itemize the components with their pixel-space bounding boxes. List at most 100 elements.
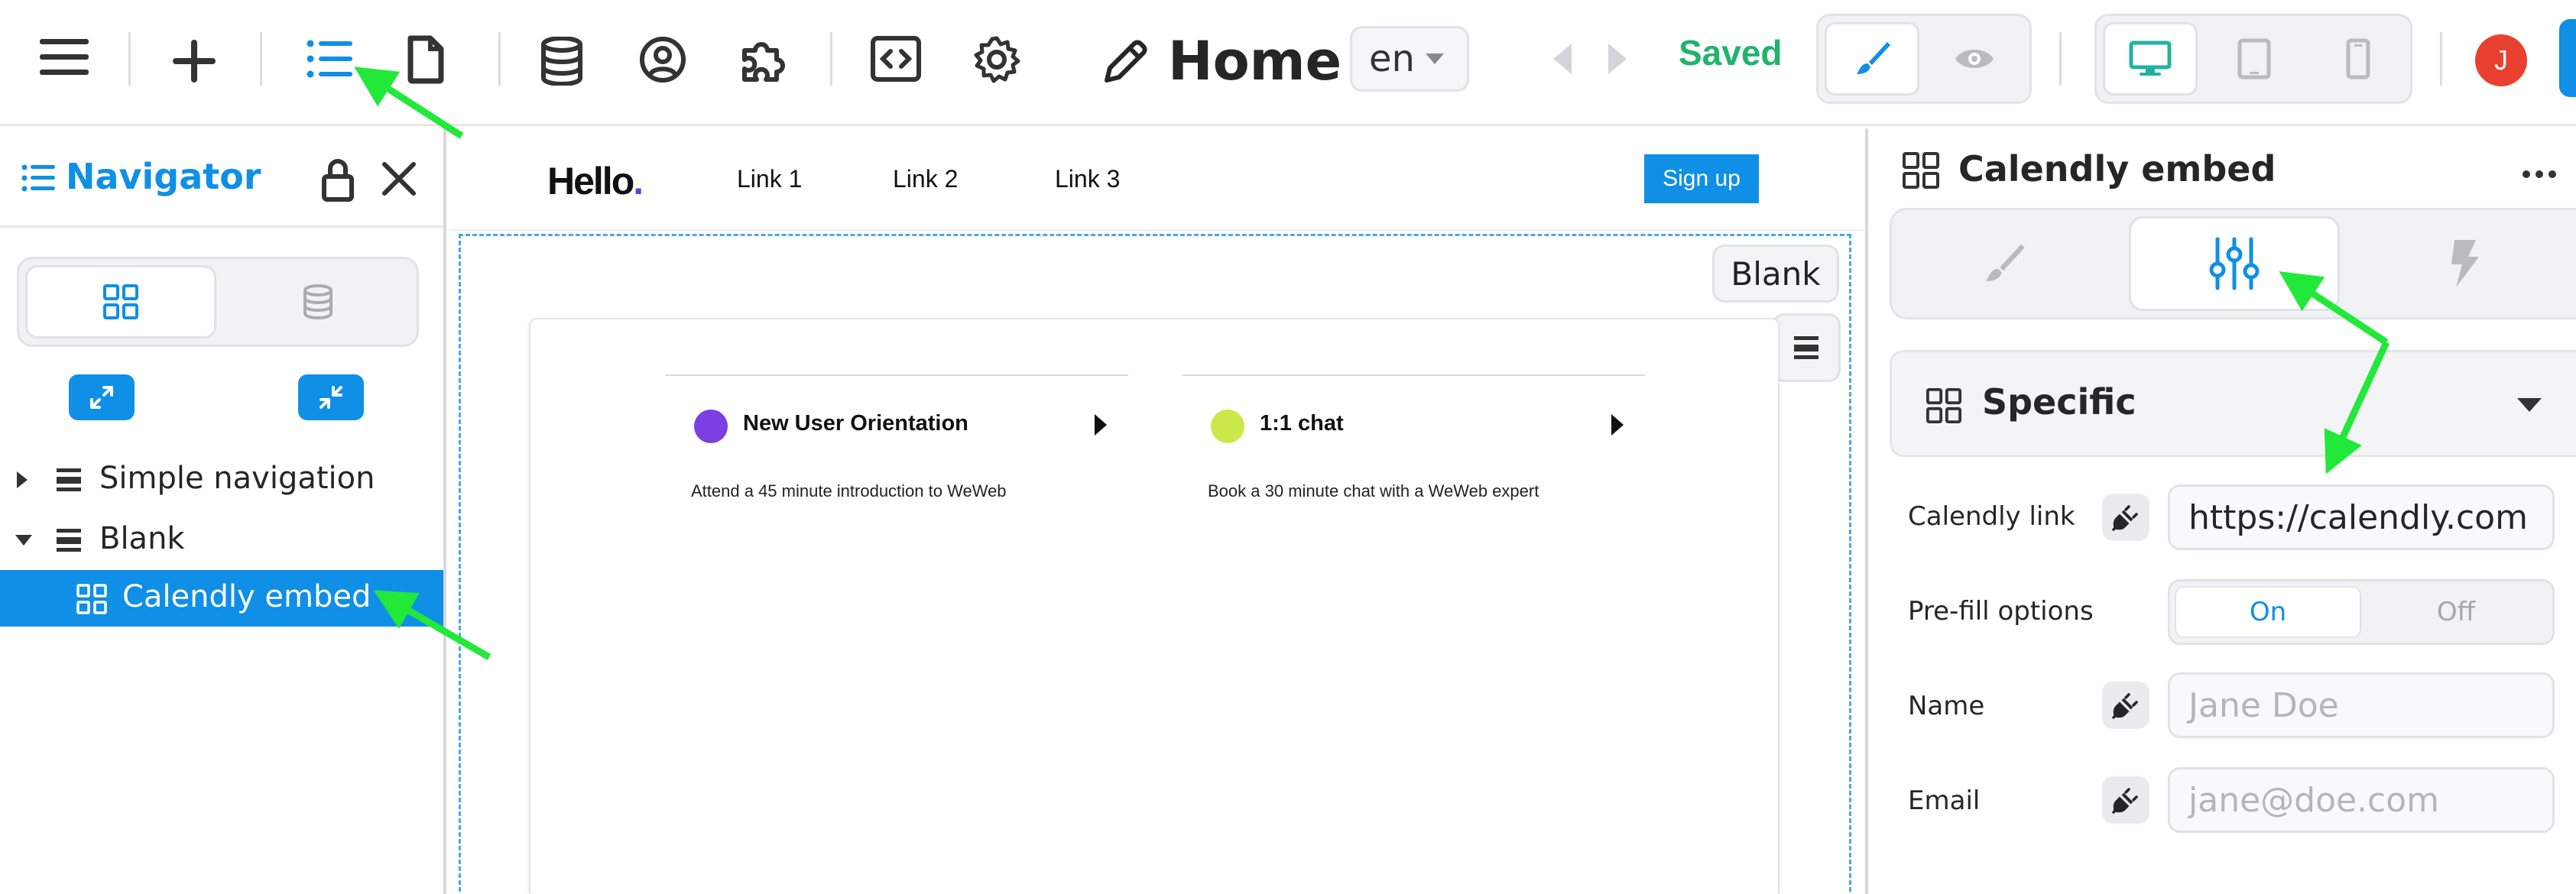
toolbar-divider bbox=[2059, 32, 2062, 86]
section-icon bbox=[57, 529, 81, 552]
event-type-card[interactable]: 1:1 chat Book a 30 minute chat with a We… bbox=[1182, 374, 1645, 500]
grid-icon bbox=[76, 584, 107, 614]
bind-plug-icon[interactable] bbox=[2102, 682, 2149, 729]
panel-tabs bbox=[1890, 208, 2576, 319]
grid-icon bbox=[1926, 387, 1962, 424]
close-icon[interactable] bbox=[376, 156, 422, 202]
bind-plug-icon[interactable] bbox=[2102, 494, 2149, 541]
name-input[interactable]: Jane Doe bbox=[2168, 672, 2555, 738]
play-arrow-icon bbox=[1611, 414, 1624, 436]
nav-link-3[interactable]: Link 3 bbox=[1055, 165, 1120, 193]
properties-panel: Calendly embed Specific Calendly link ht… bbox=[1865, 128, 2576, 894]
lock-icon[interactable] bbox=[315, 154, 361, 205]
collapse-all-button[interactable] bbox=[298, 374, 364, 420]
pencil-icon bbox=[1101, 36, 1151, 86]
event-description: Book a 30 minute chat with a WeWeb exper… bbox=[1208, 481, 1539, 500]
tree-item-simple-navigation[interactable]: Simple navigation bbox=[0, 452, 443, 508]
expand-icon bbox=[90, 386, 113, 409]
section-title: Specific bbox=[1982, 381, 2136, 423]
user-circle-icon[interactable] bbox=[636, 31, 689, 89]
desktop-view-button[interactable] bbox=[2103, 22, 2198, 96]
logo-text: Hello bbox=[547, 160, 634, 202]
publish-button[interactable] bbox=[2559, 19, 2576, 97]
pages-icon[interactable] bbox=[399, 29, 453, 90]
page-title-text: Home bbox=[1168, 30, 1342, 92]
tab-style[interactable] bbox=[1898, 216, 2109, 311]
section-options-button[interactable] bbox=[1772, 313, 1841, 382]
chevron-down-icon bbox=[1425, 53, 1444, 64]
brush-icon bbox=[1985, 244, 2025, 282]
avatar[interactable]: J bbox=[2475, 34, 2527, 86]
toolbar-divider bbox=[498, 32, 501, 86]
event-description: Attend a 45 minute introduction to WeWeb bbox=[691, 481, 1007, 500]
play-arrow-icon bbox=[1095, 414, 1107, 436]
tree-item-calendly-embed[interactable]: Calendly embed bbox=[0, 570, 443, 627]
edit-mode-button[interactable] bbox=[1825, 22, 1919, 96]
section-icon bbox=[1794, 336, 1818, 359]
tree-item-label: Calendly embed bbox=[122, 579, 371, 614]
event-name: 1:1 chat bbox=[1260, 411, 1344, 436]
navigator-panel: Navigator Simple navigation Blank Calend… bbox=[0, 128, 446, 894]
toolbar-divider bbox=[260, 32, 262, 86]
redo-icon[interactable] bbox=[1602, 40, 1633, 78]
section-label-badge[interactable]: Blank bbox=[1712, 245, 1839, 303]
chevron-down-icon[interactable] bbox=[15, 535, 32, 546]
add-icon[interactable] bbox=[164, 31, 225, 92]
settings-gear-icon[interactable] bbox=[968, 31, 1026, 89]
database-icon[interactable] bbox=[535, 31, 589, 92]
language-value: en bbox=[1369, 37, 1415, 80]
logo-dot: . bbox=[633, 160, 644, 202]
tab-layout-tree[interactable] bbox=[25, 265, 216, 338]
prefill-off-option[interactable]: Off bbox=[2363, 586, 2549, 638]
code-icon[interactable] bbox=[867, 32, 925, 86]
save-status: Saved bbox=[1679, 33, 1783, 73]
tab-data-tree[interactable] bbox=[222, 265, 414, 338]
prefill-toggle: On Off bbox=[2168, 579, 2555, 645]
specific-section-header[interactable]: Specific bbox=[1890, 350, 2576, 457]
nav-link-2[interactable]: Link 2 bbox=[893, 165, 958, 193]
signup-button[interactable]: Sign up bbox=[1644, 154, 1759, 203]
plugin-puzzle-icon[interactable] bbox=[735, 31, 790, 89]
email-label: Email bbox=[1908, 785, 1981, 816]
more-options-icon[interactable] bbox=[2516, 159, 2562, 189]
chevron-right-icon[interactable] bbox=[17, 471, 28, 488]
preview-mode-button[interactable] bbox=[1927, 22, 2022, 96]
tree-item-blank[interactable]: Blank bbox=[0, 512, 443, 568]
nav-link-1[interactable]: Link 1 bbox=[737, 165, 802, 193]
navigator-list-icon[interactable] bbox=[300, 32, 361, 86]
tablet-view-button[interactable] bbox=[2207, 22, 2302, 96]
menu-icon[interactable] bbox=[31, 31, 99, 84]
calendly-embed-widget[interactable] bbox=[529, 318, 1780, 894]
email-input[interactable]: jane@doe.com bbox=[2168, 767, 2555, 833]
top-toolbar: Home en Saved J bbox=[0, 0, 2576, 126]
lightning-icon bbox=[2451, 240, 2479, 287]
calendly-link-label: Calendly link bbox=[1908, 501, 2075, 532]
mobile-view-button[interactable] bbox=[2311, 22, 2406, 96]
calendly-link-input[interactable]: https://calendly.com bbox=[2168, 484, 2555, 550]
expand-all-button[interactable] bbox=[69, 374, 135, 420]
page-title[interactable]: Home bbox=[1101, 27, 1342, 96]
desktop-icon bbox=[2129, 40, 2172, 76]
brush-icon bbox=[1857, 42, 1890, 74]
site-navigation-bar[interactable]: Hello. Link 1 Link 2 Link 3 Sign up bbox=[449, 128, 1865, 231]
event-type-card[interactable]: New User Orientation Attend a 45 minute … bbox=[665, 374, 1128, 500]
navigator-title: Navigator bbox=[66, 156, 261, 197]
bind-plug-icon[interactable] bbox=[2102, 776, 2149, 824]
prefill-on-option[interactable]: On bbox=[2175, 586, 2361, 638]
grid-icon bbox=[1903, 152, 1939, 189]
toolbar-divider bbox=[830, 32, 832, 86]
section-icon bbox=[57, 468, 81, 491]
navigator-list-icon bbox=[20, 160, 57, 196]
site-logo[interactable]: Hello. bbox=[547, 159, 644, 203]
device-toggle bbox=[2094, 14, 2412, 104]
language-select[interactable]: en bbox=[1350, 26, 1469, 92]
tab-settings[interactable] bbox=[2129, 216, 2340, 311]
name-label: Name bbox=[1908, 691, 1985, 721]
tablet-icon bbox=[2237, 38, 2271, 79]
event-name: New User Orientation bbox=[743, 411, 968, 436]
tab-workflows[interactable] bbox=[2360, 216, 2571, 311]
undo-icon[interactable] bbox=[1547, 40, 1578, 78]
grid-icon bbox=[103, 284, 138, 319]
chevron-down-icon[interactable] bbox=[2517, 398, 2542, 412]
collapse-icon bbox=[320, 386, 342, 409]
